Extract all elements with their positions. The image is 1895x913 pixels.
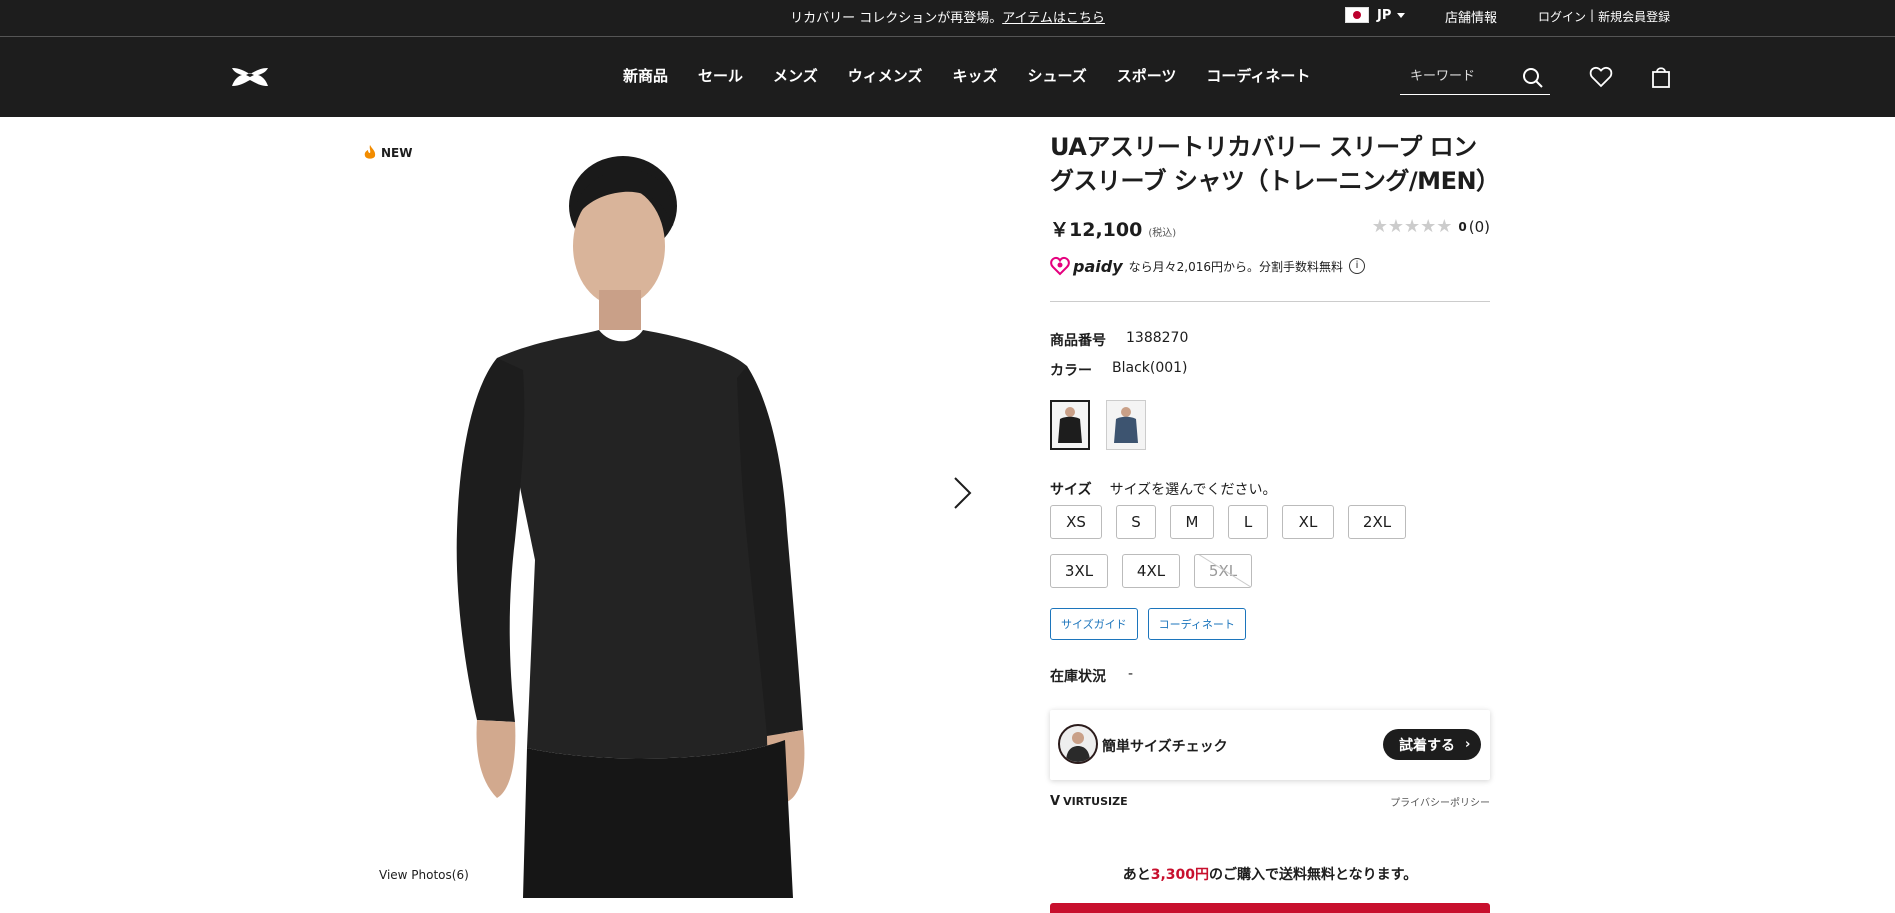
paidy-row: paidy なら月々2,016円から。分割手数料無料 i [1050,256,1365,276]
item-number-label: 商品番号 [1050,333,1106,349]
divider [1050,301,1490,302]
star-rating-icon: ★★★★★ [1371,216,1453,237]
rating[interactable]: ★★★★★ 0 (0) [1372,216,1490,237]
tax-note: (税込) [1148,228,1177,239]
country-selector[interactable]: JP [1345,7,1406,23]
swatch-black-thumbnail [1058,407,1082,443]
main-nav: 新商品 セール メンズ ウィメンズ キッズ シューズ スポーツ コーディネート [623,65,1340,86]
size-option-2xl[interactable]: 2XL [1348,505,1406,539]
store-info-link[interactable]: 店舗情報 [1445,7,1497,26]
caret-down-icon [1397,12,1406,18]
free-shipping-prefix: あと [1122,867,1151,883]
product-gallery[interactable] [347,130,999,898]
chevron-right-small-icon: › [1465,737,1471,752]
auth-separator: | [1590,8,1595,22]
stock-label: 在庫状況 [1050,669,1106,685]
size-option-5xl[interactable]: 5XL [1194,554,1252,588]
product-title: UAアスリートリカバリー スリープ ロングスリーブ シャツ（トレーニング/MEN… [1050,133,1500,195]
virtusize-brand-text: VIRTUSIZE [1063,795,1128,808]
nav-item-coordinate[interactable]: コーディネート [1206,65,1310,86]
price-value: ￥12,100 [1050,219,1143,241]
swatch-navy-thumbnail [1114,407,1138,443]
stock-row: 在庫状況 - [1050,666,1133,686]
price-row: ￥12,100 (税込) ★★★★★ 0 (0) [1050,215,1490,243]
review-count: (0) [1468,217,1490,236]
announcement-bar: リカバリー コレクションが再登場。アイテムはこちら JP 店舗情報 ログイン |… [0,0,1895,37]
product-photo [456,156,805,898]
heart-icon[interactable] [1589,65,1613,89]
nav-item-kids[interactable]: キッズ [952,65,997,86]
size-option-4xl[interactable]: 4XL [1122,554,1180,588]
size-options: XS S M L XL 2XL 3XL 4XL 5XL [1050,505,1490,603]
login-link[interactable]: ログイン [1538,8,1586,25]
new-badge: NEW [363,144,412,161]
swatch-navy[interactable] [1106,400,1146,450]
paidy-text: なら月々2,016円から。分割手数料無料 [1128,259,1343,274]
stock-value: - [1128,666,1134,682]
add-to-cart-button[interactable] [1050,903,1490,913]
coordinate-button[interactable]: コーディネート [1147,608,1246,640]
try-on-label: 試着する [1399,737,1455,754]
nav-item-womens[interactable]: ウィメンズ [848,65,923,86]
new-badge-label: NEW [381,145,413,160]
virtusize-logo-icon: V [1050,794,1061,809]
search-icon[interactable] [1522,67,1544,89]
search-box [1400,61,1550,95]
size-label: サイズ [1050,482,1092,498]
color-value: Black(001) [1112,360,1188,376]
price: ￥12,100 (税込) [1050,215,1176,242]
under-armour-logo-icon[interactable] [228,65,272,89]
size-option-s[interactable]: S [1116,505,1156,539]
promo-text: リカバリー コレクションが再登場。 [790,11,1003,26]
item-number-row: 商品番号 1388270 [1050,330,1188,350]
swatch-black[interactable] [1050,400,1090,450]
color-label: カラー [1050,363,1092,379]
nav-item-new[interactable]: 新商品 [623,65,668,86]
size-option-l[interactable]: L [1228,505,1268,539]
size-guide-button[interactable]: サイズガイド [1050,608,1138,640]
virtusize-label: 簡単サイズチェック [1102,739,1228,755]
search-input[interactable] [1400,61,1520,92]
size-option-3xl[interactable]: 3XL [1050,554,1108,588]
cart-bag-icon[interactable] [1649,65,1673,89]
avatar-icon [1066,732,1090,762]
view-photos-link[interactable]: View Photos(6) [379,868,469,882]
product-info: UAアスリートリカバリー スリープ ロングスリーブ シャツ（トレーニング/MEN… [1050,130,1500,913]
country-code: JP [1377,7,1392,23]
size-option-xl[interactable]: XL [1282,505,1334,539]
nav-item-sports[interactable]: スポーツ [1117,65,1177,86]
promo-link[interactable]: アイテムはこちら [1002,11,1105,26]
virtusize-avatar [1058,724,1098,764]
size-option-m[interactable]: M [1170,505,1214,539]
japan-flag-icon [1345,7,1369,23]
chevron-right-icon[interactable] [951,475,975,511]
color-row: カラー Black(001) [1050,360,1188,380]
virtusize-widget: 簡単サイズチェック 試着する › [1050,710,1490,780]
paidy-mark-icon [1050,256,1070,276]
virtusize-brand: V VIRTUSIZE [1050,794,1128,809]
color-swatches [1050,400,1162,450]
nav-item-mens[interactable]: メンズ [773,65,818,86]
nav-item-shoes[interactable]: シューズ [1027,65,1086,86]
free-shipping-message: あと3,300円のご購入で送料無料となります。 [1050,864,1490,884]
item-number-value: 1388270 [1126,330,1189,346]
privacy-policy-link[interactable]: プライバシーポリシー [1390,794,1490,809]
free-shipping-suffix: のご購入で送料無料となります。 [1209,867,1418,883]
try-on-button[interactable]: 試着する › [1383,729,1481,760]
register-link[interactable]: 新規会員登録 [1598,8,1670,25]
size-header: サイズ サイズを選んでください。 [1050,479,1276,499]
fire-icon [364,145,376,159]
info-icon[interactable]: i [1348,258,1365,274]
auth-links: ログイン | 新規会員登録 [1538,8,1670,25]
free-shipping-amount: 3,300円 [1150,867,1210,883]
size-option-xs[interactable]: XS [1050,505,1102,539]
main-header: 新商品 セール メンズ ウィメンズ キッズ シューズ スポーツ コーディネート [0,37,1895,117]
rating-score: 0 [1458,219,1467,234]
nav-item-sale[interactable]: セール [698,65,743,86]
size-prompt: サイズを選んでください。 [1109,482,1277,498]
guide-buttons: サイズガイド コーディネート [1050,608,1256,640]
paidy-logo: paidy [1050,256,1123,276]
paidy-brand: paidy [1073,256,1123,276]
